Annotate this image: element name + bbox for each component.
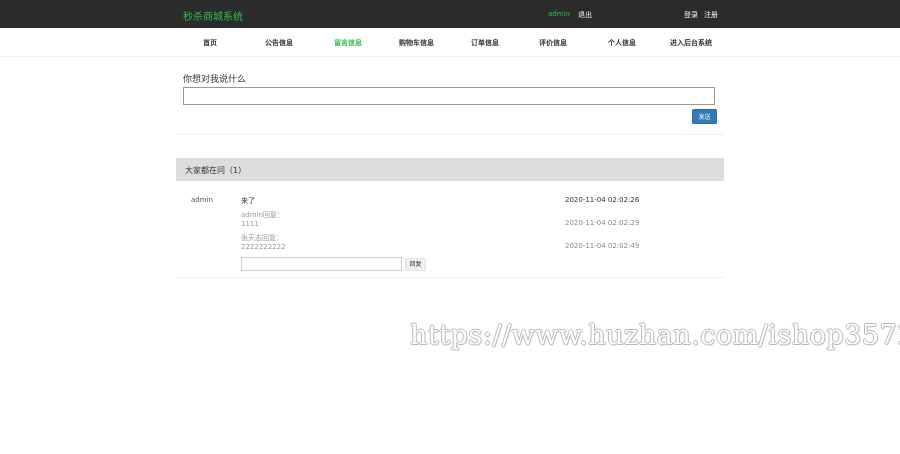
send-button[interactable]: 发送 (692, 109, 717, 124)
top-bar: 秒杀商城系统 admin 退出 登录 注册 (0, 0, 900, 28)
divider (176, 134, 724, 135)
nav-item-home[interactable]: 首页 (203, 38, 217, 48)
reply-input[interactable] (241, 257, 402, 271)
brand-title[interactable]: 秒杀商城系统 (183, 8, 243, 23)
message-input[interactable] (183, 87, 715, 105)
nav-item-orders[interactable]: 订单信息 (471, 38, 499, 48)
message-prompt: 你想对我说什么 (183, 75, 247, 85)
main-nav: 首页 公告信息 留言信息 购物车信息 订单信息 评价信息 个人信息 进入后台系统 (0, 28, 900, 57)
reply-button[interactable]: 回复 (405, 258, 426, 271)
message-time: 2020-11-04 02:02:26 (565, 196, 640, 204)
message-author: admin (191, 196, 213, 204)
nav-item-messages[interactable]: 留言信息 (334, 38, 362, 48)
reply-time: 2020-11-04 02:02:29 (565, 219, 640, 227)
reply-author: admin回复： (241, 211, 284, 219)
board-header: 大家都在问（1） (176, 158, 724, 181)
reply-text: 1111 (241, 220, 259, 228)
nav-item-profile[interactable]: 个人信息 (608, 38, 636, 48)
watermark-text: https://www.huzhan.com/ishop3572 (410, 320, 900, 351)
reply-author: 张天志回复： (241, 234, 283, 242)
nav-item-cart[interactable]: 购物车信息 (399, 38, 434, 48)
divider (176, 277, 724, 278)
reply-time: 2020-11-04 02:02:49 (565, 242, 640, 250)
nav-item-notices[interactable]: 公告信息 (265, 38, 293, 48)
login-link[interactable]: 登录 (684, 10, 698, 20)
register-link[interactable]: 注册 (704, 10, 718, 20)
current-user: admin (548, 10, 570, 18)
nav-item-admin[interactable]: 进入后台系统 (670, 38, 712, 48)
reply-text: 2222222222 (241, 243, 286, 251)
logout-link[interactable]: 退出 (578, 10, 592, 20)
nav-item-reviews[interactable]: 评价信息 (539, 38, 567, 48)
message-content: 来了 (241, 197, 255, 205)
board-title: 大家都在问（1） (185, 166, 247, 175)
